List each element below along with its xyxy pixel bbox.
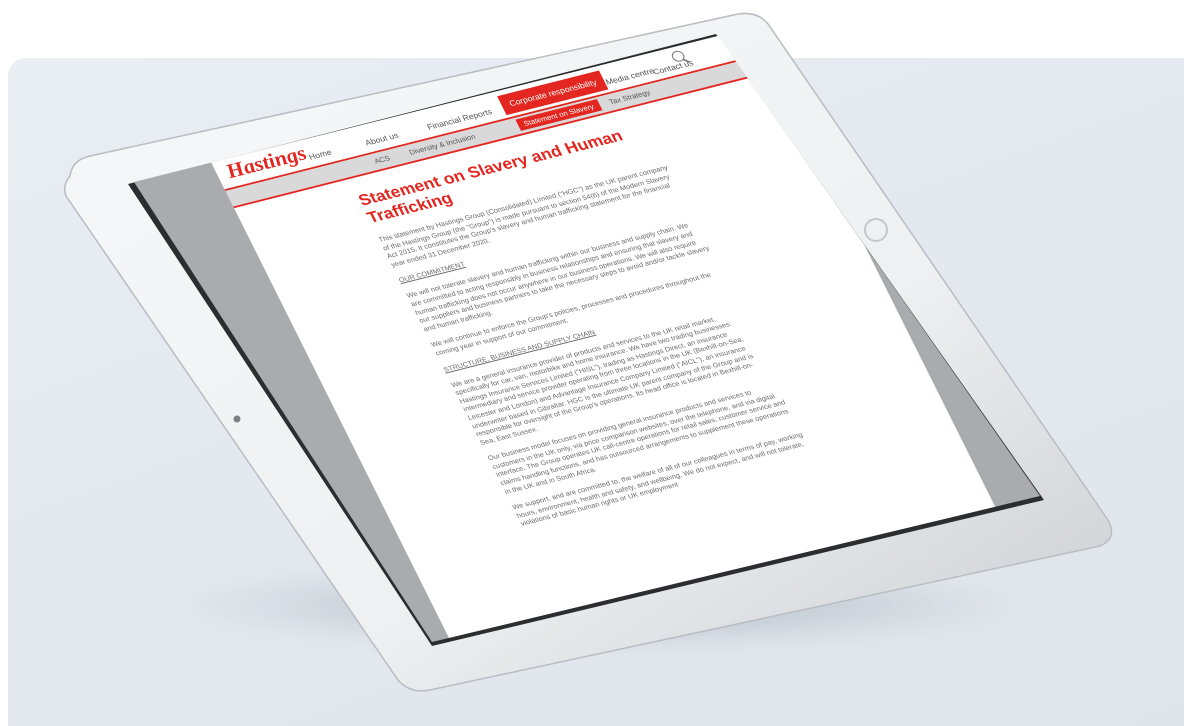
nav-home[interactable]: Home [307,147,333,161]
subnav-acs[interactable]: ACS [373,154,392,166]
article: Statement on Slavery and Human Trafficki… [355,120,818,537]
camera-dot [233,415,241,423]
nav-about-us[interactable]: About us [363,131,400,148]
scene: Hastings Home About us Financial Reports… [0,0,1184,726]
